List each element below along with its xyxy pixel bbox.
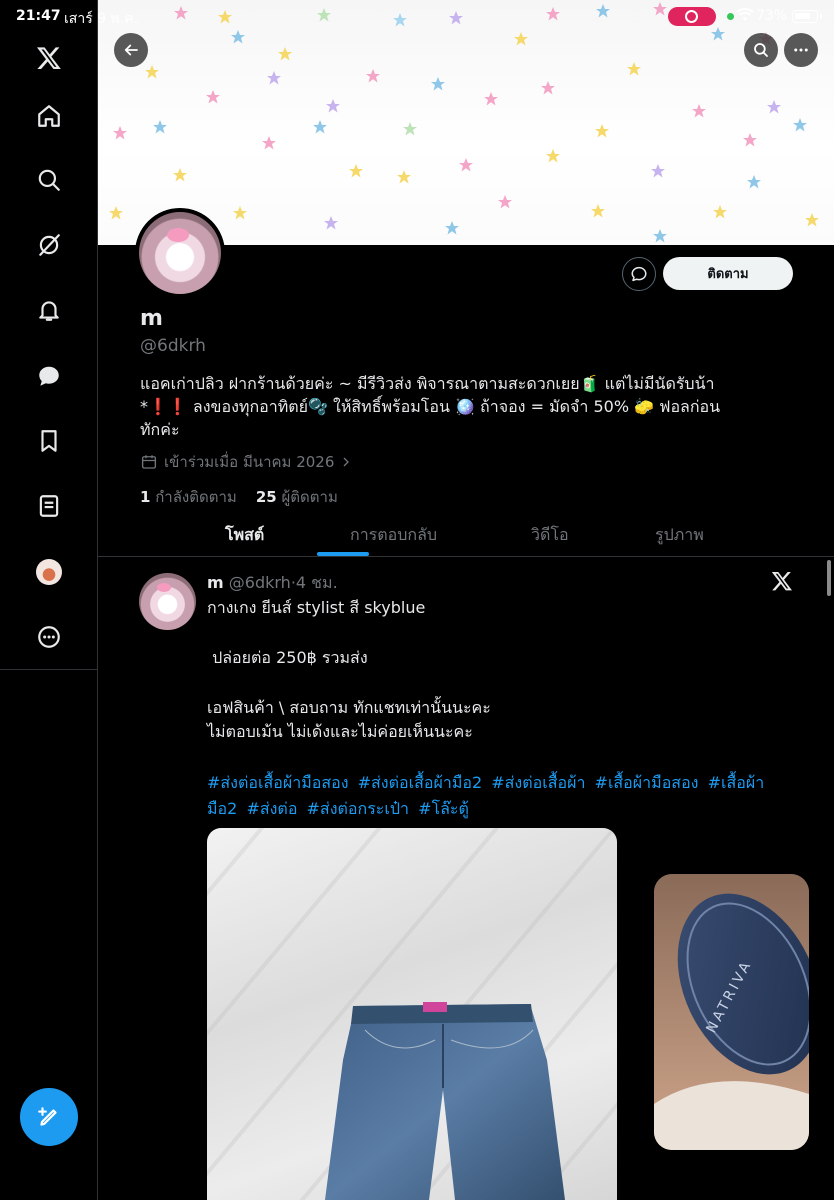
search-profile-button[interactable] xyxy=(744,33,778,67)
profile-avatar[interactable] xyxy=(29,552,69,592)
profile-tabs: โพสต์ การตอบกลับ วิดีโอ รูปภาพ xyxy=(98,512,834,557)
hashtag-link[interactable]: #เสื้อผ้ามือสอง xyxy=(595,773,699,792)
post-time[interactable]: 4 ชม. xyxy=(296,573,338,592)
sidebar-nav xyxy=(0,0,98,1200)
hashtag-link[interactable]: #ส่งต่อเสื้อผ้ามือสอง xyxy=(207,773,349,792)
hashtag-link[interactable]: #ส่งต่อเสื้อผ้า xyxy=(491,773,585,792)
scrollbar[interactable] xyxy=(827,560,831,596)
search-icon xyxy=(754,43,768,57)
profile-bio: แอคเก่าปลิว ฝากร้านด้วยค่ะ ~ มีรีวิวส่ง … xyxy=(140,372,790,441)
profile-avatar-large[interactable] xyxy=(135,208,225,298)
picture-in-picture-video[interactable]: NATRIVA xyxy=(654,874,809,1150)
status-date: เสาร์ 9 พ.ค. xyxy=(64,11,139,27)
hashtag-link[interactable]: #ส่งต่อ xyxy=(246,799,297,818)
tab-videos[interactable]: วิดีโอ xyxy=(531,523,569,548)
x-logo-icon xyxy=(771,572,792,591)
notifications-icon[interactable] xyxy=(29,290,69,330)
arrow-left-icon xyxy=(124,44,138,56)
bio-line: แอคเก่าปลิว ฝากร้านด้วยค่ะ ~ มีรีวิวส่ง … xyxy=(140,374,715,393)
post-hashtags: #ส่งต่อเสื้อผ้ามือสอง #ส่งต่อเสื้อผ้ามือ… xyxy=(207,770,792,822)
profile-banner xyxy=(98,0,834,245)
post-text-line: เอฟสินค้า \ สอบถาม ทักแชทเท่านั้นนะคะ xyxy=(207,698,491,717)
video-frame: NATRIVA xyxy=(654,874,809,1150)
post-media-image[interactable] xyxy=(207,828,617,1200)
status-time: 21:47 xyxy=(16,8,61,24)
more-options-button[interactable] xyxy=(784,33,818,67)
nav-divider xyxy=(0,669,98,670)
post-author-name[interactable]: m xyxy=(207,573,224,592)
tab-photos[interactable]: รูปภาพ xyxy=(655,523,704,548)
battery-percent: 73% xyxy=(756,8,788,24)
tab-posts[interactable]: โพสต์ xyxy=(225,523,264,548)
compose-icon xyxy=(38,1107,57,1126)
follow-stats: 1 กำลังติดตาม 25 ผู้ติดตาม xyxy=(140,485,338,509)
message-button[interactable] xyxy=(622,257,656,291)
hashtag-link[interactable]: #ส่งต่อกระเป๋า xyxy=(307,799,409,818)
chevron-right-icon xyxy=(343,457,350,467)
messages-icon[interactable] xyxy=(29,356,69,396)
more-horizontal-icon xyxy=(794,48,808,52)
user-handle: @6dkrh xyxy=(140,336,206,356)
followers-count: 25 xyxy=(255,488,277,506)
avatar xyxy=(36,559,62,585)
grok-icon[interactable] xyxy=(29,225,69,265)
display-name: m xyxy=(140,306,163,331)
more-icon[interactable] xyxy=(29,617,69,657)
post-header: m @6dkrh·4 ชม. xyxy=(207,571,338,596)
compose-button[interactable] xyxy=(20,1088,78,1146)
home-icon[interactable] xyxy=(29,96,69,136)
camera-indicator-icon xyxy=(727,13,734,20)
bio-line: *❗️❗️ ลงของทุกอาทิตย์🫧 ให้สิทธิ์พร้อมโอน… xyxy=(140,397,721,416)
wifi-icon xyxy=(736,7,754,27)
chat-bubble-icon xyxy=(631,266,647,282)
active-tab-indicator xyxy=(317,552,369,556)
status-bar: 21:47 เสาร์ 9 พ.ค. 73% xyxy=(0,0,834,32)
battery-icon xyxy=(792,10,822,23)
post-text-line: ไม่ตอบเม้น ไม่เด้งและไม่ค่อยเห็นนะคะ xyxy=(207,722,473,741)
calendar-icon xyxy=(141,455,157,469)
post-text-line: กางเกง ยีนส์ stylist สี skyblue xyxy=(207,598,426,617)
lists-icon[interactable] xyxy=(29,486,69,526)
followers-label: ผู้ติดตาม xyxy=(281,488,338,506)
hashtag-link[interactable]: #โล๊ะตู้ xyxy=(418,799,469,818)
followers-link[interactable]: 25 ผู้ติดตาม xyxy=(256,488,338,506)
joined-text: เข้าร่วมเมื่อ มีนาคม 2026 xyxy=(164,453,335,471)
following-count: 1 xyxy=(140,488,151,506)
post-text-line: ปล่อยต่อ 250฿ รวมส่ง xyxy=(207,648,368,667)
screen-record-icon[interactable] xyxy=(668,7,716,26)
joined-date[interactable]: เข้าร่วมเมื่อ มีนาคม 2026 xyxy=(140,450,352,474)
hashtag-link[interactable]: #ส่งต่อเสื้อผ้ามือ2 xyxy=(358,773,483,792)
post-avatar[interactable] xyxy=(139,573,196,630)
star-pattern xyxy=(109,2,819,243)
following-label: กำลังติดตาม xyxy=(155,488,237,506)
tab-replies[interactable]: การตอบกลับ xyxy=(350,523,437,548)
bookmarks-icon[interactable] xyxy=(29,421,69,461)
jeans-photo xyxy=(325,1002,565,1200)
bio-line: ทักค่ะ xyxy=(140,420,180,439)
search-icon[interactable] xyxy=(29,160,69,200)
back-button[interactable] xyxy=(114,33,148,67)
following-link[interactable]: 1 กำลังติดตาม xyxy=(140,488,237,506)
x-logo-icon[interactable] xyxy=(29,38,69,78)
post-author-handle[interactable]: @6dkrh xyxy=(229,573,291,592)
follow-button[interactable]: ติดตาม xyxy=(663,257,793,290)
